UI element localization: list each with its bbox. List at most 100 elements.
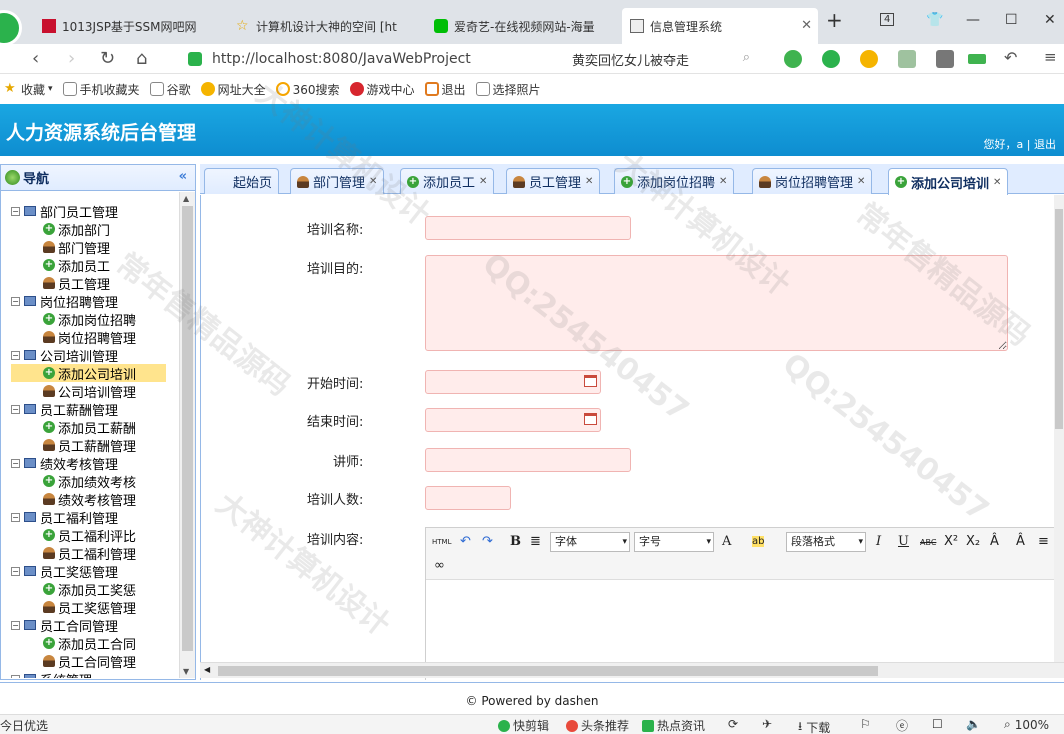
font-grow-icon[interactable]: Â: [990, 534, 999, 549]
collapse-toggle-icon[interactable]: −: [11, 512, 20, 522]
tree-item[interactable]: 员工合同管理: [1, 652, 179, 671]
training-purpose-textarea[interactable]: [425, 255, 1008, 351]
subscript-icon[interactable]: X₂: [966, 534, 980, 549]
window-icon[interactable]: ☐: [932, 717, 943, 731]
clear-format-icon[interactable]: ≣: [530, 534, 541, 549]
logout-link[interactable]: 退出: [1034, 138, 1056, 151]
menu-icon[interactable]: ≡: [1044, 48, 1057, 66]
close-tab-icon[interactable]: ✕: [369, 176, 377, 187]
tree-item[interactable]: 员工管理: [1, 274, 179, 293]
collapse-icon[interactable]: «: [179, 169, 187, 184]
close-tab-icon[interactable]: ✕: [719, 176, 727, 187]
bookmark-photo[interactable]: 选择照片: [475, 81, 541, 98]
browser-tab-3[interactable]: 爱奇艺-在线视频网站-海量: [426, 8, 618, 44]
training-name-input[interactable]: [425, 216, 631, 240]
font-family-select[interactable]: 字体: [550, 532, 630, 552]
home-icon[interactable]: ⌂: [136, 48, 147, 69]
bookmark-mobile[interactable]: 手机收藏夹: [62, 81, 140, 98]
collapse-toggle-icon[interactable]: −: [11, 458, 20, 468]
tree-group[interactable]: − 岗位招聘管理: [1, 292, 179, 311]
status-item-news[interactable]: 热点资讯: [642, 717, 705, 734]
forward-icon[interactable]: ›: [68, 48, 75, 69]
content-tab[interactable]: 起始页: [204, 168, 280, 194]
tree-item[interactable]: + 添加部门: [1, 220, 179, 239]
close-tab-icon[interactable]: ✕: [479, 176, 487, 187]
superscript-icon[interactable]: X²: [944, 534, 958, 549]
redo-icon[interactable]: ↷: [482, 534, 493, 549]
start-time-input[interactable]: [425, 370, 601, 394]
bookmark-favorites[interactable]: ★ 收藏 ▾: [4, 81, 53, 98]
italic-icon[interactable]: I: [876, 534, 881, 549]
collapse-toggle-icon[interactable]: −: [11, 296, 20, 306]
strikethrough-icon[interactable]: ABC: [920, 538, 936, 547]
bookmark-hao[interactable]: 网址大全: [200, 81, 266, 98]
tree-item[interactable]: + 添加员工奖惩: [1, 580, 179, 599]
tree-item[interactable]: + 员工福利评比: [1, 526, 179, 545]
tree-group[interactable]: − 员工薪酬管理: [1, 400, 179, 419]
search-field[interactable]: 黄奕回忆女儿被夺走 ⌕: [562, 47, 758, 71]
close-tab-icon[interactable]: ✕: [857, 176, 865, 187]
html-source-icon[interactable]: HTML: [432, 538, 451, 546]
scissors-icon[interactable]: [784, 50, 802, 68]
bold-icon[interactable]: B: [510, 534, 521, 549]
content-tab[interactable]: + 添加岗位招聘 ✕: [614, 168, 735, 194]
image-ext-icon[interactable]: [898, 50, 916, 68]
url-field[interactable]: http://localhost:8080/JavaWebProject: [188, 47, 560, 71]
minimize-icon[interactable]: —: [966, 12, 980, 28]
rich-text-editor[interactable]: HTML ↶ ↷ B ≣ 字体 字号 A ab 段落格式 I U ABC X² …: [425, 527, 1064, 680]
sidebar-scrollbar[interactable]: ▲ ▼: [179, 192, 195, 678]
content-horizontal-scrollbar[interactable]: ◀: [200, 662, 1064, 678]
calendar-icon[interactable]: [584, 375, 597, 387]
teacher-input[interactable]: [425, 448, 631, 472]
maximize-icon[interactable]: ☐: [1005, 12, 1018, 28]
undo-icon[interactable]: ↶: [1004, 48, 1017, 67]
tree-item[interactable]: 绩效考核管理: [1, 490, 179, 509]
font-color-icon[interactable]: A: [722, 534, 731, 549]
font-size-select[interactable]: 字号: [634, 532, 714, 552]
font-shrink-icon[interactable]: Â: [1016, 534, 1025, 549]
tree-group[interactable]: − 系统管理: [1, 670, 179, 678]
content-tab[interactable]: + 添加公司培训 ✕: [888, 168, 1009, 195]
screenshot-icon[interactable]: [936, 50, 954, 68]
content-tab[interactable]: 岗位招聘管理 ✕: [752, 168, 873, 194]
collapse-toggle-icon[interactable]: −: [11, 350, 20, 360]
tree-item[interactable]: 岗位招聘管理: [1, 328, 179, 347]
refresh-status-icon[interactable]: ⟳: [728, 717, 738, 731]
flag-icon[interactable]: ⚐: [860, 717, 871, 731]
align-icon[interactable]: ≡: [1038, 534, 1049, 549]
tree-group[interactable]: − 员工合同管理: [1, 616, 179, 635]
zoom-item[interactable]: ⌕ 100%: [1004, 717, 1049, 732]
tab-count-badge[interactable]: 4: [880, 13, 895, 26]
link-icon[interactable]: ∞: [434, 558, 445, 573]
browser-tab-4-active[interactable]: 信息管理系统 ✕: [622, 8, 818, 44]
browser-tab-2[interactable]: ☆ 计算机设计大神的空间 [ht: [228, 8, 420, 44]
content-tab[interactable]: + 添加员工 ✕: [400, 168, 495, 194]
tree-item[interactable]: 员工薪酬管理: [1, 436, 179, 455]
content-tab[interactable]: 部门管理 ✕: [290, 168, 385, 194]
collapse-toggle-icon[interactable]: −: [11, 674, 20, 678]
shirt-icon[interactable]: 👕: [926, 12, 943, 28]
bookmark-exit[interactable]: 退出: [424, 81, 466, 98]
download-item[interactable]: ⭳ 下载: [798, 717, 830, 734]
bookmark-games[interactable]: 游戏中心: [349, 81, 415, 98]
collapse-toggle-icon[interactable]: −: [11, 620, 20, 630]
browser-tab-1[interactable]: 1013JSP基于SSM网吧网: [34, 8, 224, 44]
tree-group[interactable]: − 公司培训管理: [1, 346, 179, 365]
close-tab-icon[interactable]: ✕: [801, 18, 812, 33]
battery-icon[interactable]: [968, 54, 986, 64]
status-left-text[interactable]: 今日优选: [0, 717, 48, 734]
collapse-toggle-icon[interactable]: −: [11, 404, 20, 414]
translate-icon[interactable]: [822, 50, 840, 68]
tree-item[interactable]: + 添加绩效考核: [1, 472, 179, 491]
scroll-thumb[interactable]: [182, 206, 193, 651]
trainee-count-input[interactable]: [425, 486, 511, 510]
tree-item[interactable]: 部门管理: [1, 238, 179, 257]
status-item-toutiao[interactable]: 头条推荐: [566, 717, 629, 734]
close-tab-icon[interactable]: ✕: [993, 177, 1001, 188]
tree-group[interactable]: − 部门员工管理: [1, 202, 179, 221]
collapse-toggle-icon[interactable]: −: [11, 206, 20, 216]
bookmark-google[interactable]: 谷歌: [149, 81, 191, 98]
bookmark-360[interactable]: 360搜索: [275, 81, 340, 98]
tree-item[interactable]: 员工福利管理: [1, 544, 179, 563]
paragraph-select[interactable]: 段落格式: [786, 532, 866, 552]
